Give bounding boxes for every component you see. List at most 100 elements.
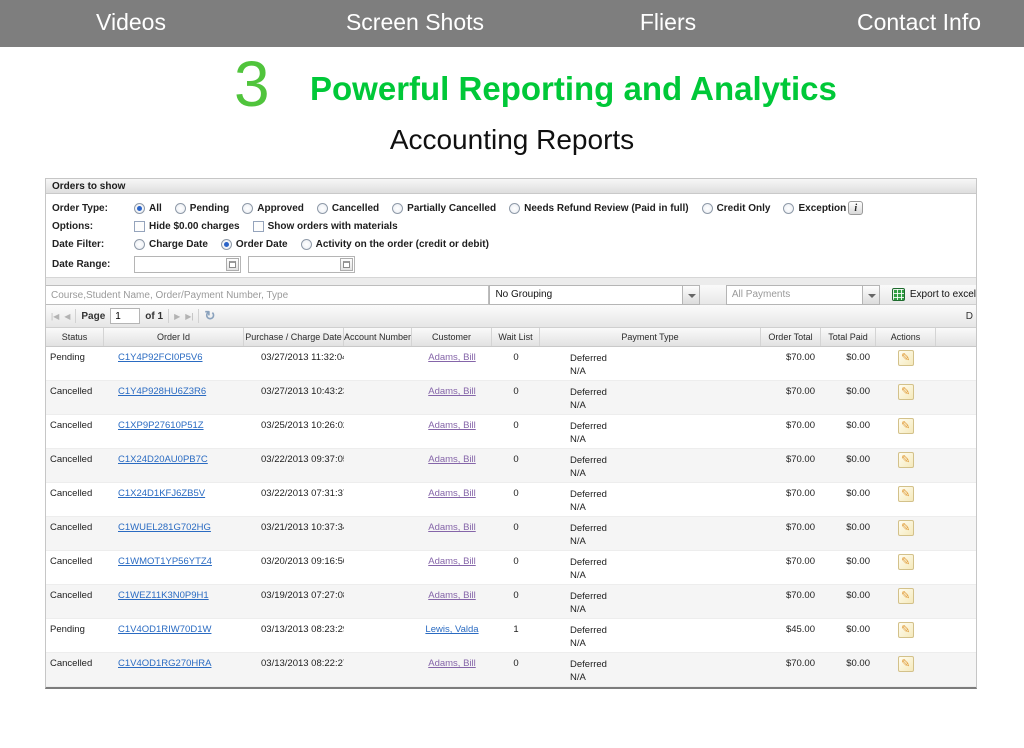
customer-link[interactable]: Adams, Bill: [428, 420, 476, 431]
page-number-input[interactable]: [110, 308, 140, 324]
divider: [168, 309, 169, 323]
order-id-link[interactable]: C1Y4P928HU6Z3R6: [118, 386, 206, 397]
column-header[interactable]: Order Id: [104, 328, 244, 346]
radio-option[interactable]: Cancelled: [317, 203, 379, 214]
customer-link[interactable]: Adams, Bill: [428, 488, 476, 499]
order-id-link[interactable]: C1X24D20AU0PB7C: [118, 454, 208, 465]
order-id-link[interactable]: C1Y4P92FCI0P5V6: [118, 352, 203, 363]
date-to-input[interactable]: [248, 256, 355, 273]
table-row[interactable]: Cancelled C1WMOT1YP56YTZ4 03/20/2013 09:…: [46, 551, 976, 585]
radio-option[interactable]: Partially Cancelled: [392, 203, 496, 214]
column-header[interactable]: Total Paid: [821, 328, 876, 346]
pencil-icon: ✎: [901, 589, 910, 602]
column-header[interactable]: Wait List: [492, 328, 540, 346]
order-id-link[interactable]: C1WEZ11K3N0P9H1: [118, 590, 209, 601]
prev-page-icon[interactable]: ◀: [64, 305, 70, 328]
column-header[interactable]: Account Number: [344, 328, 412, 346]
radio-option[interactable]: All: [134, 203, 162, 214]
radio-label: Credit Only: [717, 203, 771, 214]
total-paid-cell: $0.00: [821, 381, 876, 414]
table-row[interactable]: Cancelled C1X24D20AU0PB7C 03/22/2013 09:…: [46, 449, 976, 483]
nav-item[interactable]: Fliers: [640, 0, 696, 45]
payment-type-cell: Deferred N/A: [540, 381, 761, 414]
table-row[interactable]: Cancelled C1Y4P928HU6Z3R6 03/27/2013 10:…: [46, 381, 976, 415]
page-count-label: of 1: [145, 311, 163, 322]
options-group: Hide $0.00 charges Show orders with mate…: [134, 221, 398, 232]
edit-note-icon[interactable]: ✎: [898, 656, 914, 672]
edit-note-icon[interactable]: ✎: [898, 588, 914, 604]
customer-link[interactable]: Adams, Bill: [428, 590, 476, 601]
order-id-link[interactable]: C1V4OD1RIW70D1W: [118, 624, 211, 635]
column-header-label: Account Number: [344, 332, 411, 342]
table-row[interactable]: Cancelled C1WEZ11K3N0P9H1 03/19/2013 07:…: [46, 585, 976, 619]
calendar-icon[interactable]: [226, 258, 239, 271]
table-row[interactable]: Pending C1Y4P92FCI0P5V6 03/27/2013 11:32…: [46, 347, 976, 381]
customer-link[interactable]: Lewis, Valda: [425, 624, 478, 635]
grouping-select[interactable]: No Grouping: [489, 285, 699, 305]
pencil-icon: ✎: [901, 385, 910, 398]
last-page-icon[interactable]: ▶|: [185, 305, 193, 328]
column-header[interactable]: Order Total: [761, 328, 821, 346]
info-icon[interactable]: i: [848, 201, 863, 215]
nav-item[interactable]: Videos: [96, 0, 166, 45]
table-row[interactable]: Cancelled C1V4OD1RG270HRA 03/13/2013 08:…: [46, 653, 976, 687]
radio-option[interactable]: Credit Only: [702, 203, 771, 214]
column-header[interactable]: Purchase / Charge Date: [244, 328, 344, 346]
edit-note-icon[interactable]: ✎: [898, 350, 914, 366]
table-row[interactable]: Cancelled C1X24D1KFJ6ZB5V 03/22/2013 07:…: [46, 483, 976, 517]
table-row[interactable]: Pending C1V4OD1RIW70D1W 03/13/2013 08:23…: [46, 619, 976, 653]
order-id-link[interactable]: C1V4OD1RG270HRA: [118, 658, 211, 669]
total-paid-cell: $0.00: [821, 517, 876, 550]
calendar-icon[interactable]: [340, 258, 353, 271]
edit-note-icon[interactable]: ✎: [898, 554, 914, 570]
order-total-cell: $70.00: [761, 381, 821, 414]
checkbox-option[interactable]: Show orders with materials: [253, 221, 398, 232]
edit-note-icon[interactable]: ✎: [898, 622, 914, 638]
column-header[interactable]: Payment Type: [540, 328, 761, 346]
wait-list-cell: 0: [492, 483, 540, 516]
edit-note-icon[interactable]: ✎: [898, 452, 914, 468]
checkbox-option[interactable]: Hide $0.00 charges: [134, 221, 240, 232]
order-total-cell: $70.00: [761, 653, 821, 686]
date-from-input[interactable]: [134, 256, 241, 273]
order-id-link[interactable]: C1WUEL281G702HG: [118, 522, 211, 533]
column-header[interactable]: Status: [46, 328, 104, 346]
table-row[interactable]: Cancelled C1XP9P27610P51Z 03/25/2013 10:…: [46, 415, 976, 449]
nav-item[interactable]: Contact Info: [857, 0, 981, 45]
edit-note-icon[interactable]: ✎: [898, 418, 914, 434]
radio-option[interactable]: Order Date: [221, 239, 288, 250]
first-page-icon[interactable]: |◀: [51, 305, 59, 328]
radio-option[interactable]: Needs Refund Review (Paid in full): [509, 203, 688, 214]
column-header-label: Total Paid: [828, 332, 868, 342]
next-page-icon[interactable]: ▶: [174, 305, 180, 328]
status-cell: Cancelled: [46, 551, 104, 584]
radio-option[interactable]: Pending: [175, 203, 229, 214]
status-cell: Cancelled: [46, 653, 104, 686]
customer-link[interactable]: Adams, Bill: [428, 386, 476, 397]
edit-note-icon[interactable]: ✎: [898, 384, 914, 400]
search-input[interactable]: [46, 285, 489, 305]
export-to-excel-button[interactable]: Export to excel: [892, 285, 976, 304]
edit-note-icon[interactable]: ✎: [898, 520, 914, 536]
customer-link[interactable]: Adams, Bill: [428, 658, 476, 669]
customer-link[interactable]: Adams, Bill: [428, 454, 476, 465]
order-id-link[interactable]: C1X24D1KFJ6ZB5V: [118, 488, 205, 499]
chevron-down-icon: [862, 286, 879, 304]
edit-note-icon[interactable]: ✎: [898, 486, 914, 502]
table-row[interactable]: Cancelled C1WUEL281G702HG 03/21/2013 10:…: [46, 517, 976, 551]
nav-item[interactable]: Screen Shots: [346, 0, 484, 45]
customer-link[interactable]: Adams, Bill: [428, 556, 476, 567]
order-id-link[interactable]: C1WMOT1YP56YTZ4: [118, 556, 212, 567]
radio-option[interactable]: Exception: [783, 203, 846, 214]
order-id-link[interactable]: C1XP9P27610P51Z: [118, 420, 204, 431]
payments-select[interactable]: All Payments: [726, 285, 880, 305]
radio-option[interactable]: Activity on the order (credit or debit): [301, 239, 489, 250]
customer-link[interactable]: Adams, Bill: [428, 352, 476, 363]
radio-label: Exception: [798, 203, 846, 214]
radio-option[interactable]: Approved: [242, 203, 304, 214]
refresh-icon[interactable]: ↻: [204, 308, 215, 324]
column-header[interactable]: Customer: [412, 328, 492, 346]
column-header[interactable]: Actions: [876, 328, 936, 346]
customer-link[interactable]: Adams, Bill: [428, 522, 476, 533]
radio-option[interactable]: Charge Date: [134, 239, 208, 250]
